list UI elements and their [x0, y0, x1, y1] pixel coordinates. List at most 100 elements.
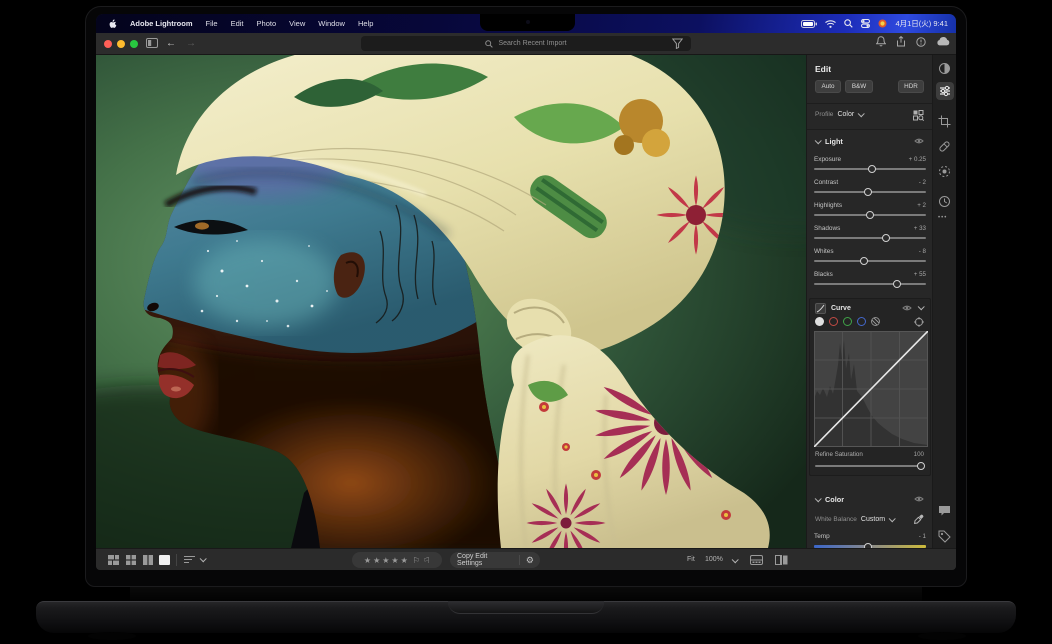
tone-curve-plot[interactable]	[814, 331, 928, 447]
color-visibility-eye-icon[interactable]	[914, 495, 924, 503]
bottom-toolbar: ★★★★★ ⚐ ⚐ Copy Edit Settings ⚙ Fit 100%	[96, 548, 956, 570]
curve-collapse-chevron-icon[interactable]	[918, 303, 925, 310]
menu-view[interactable]: View	[289, 19, 305, 28]
control-center-icon[interactable]	[861, 19, 870, 28]
keywords-tag-icon[interactable]	[938, 530, 951, 543]
white-balance-value[interactable]: Custom	[861, 516, 885, 523]
slider-track[interactable]	[814, 283, 926, 285]
wifi-icon[interactable]	[825, 20, 836, 28]
auto-button[interactable]: Auto	[815, 80, 841, 93]
slider-knob[interactable]	[882, 234, 890, 242]
view-compare-icon[interactable]	[143, 555, 153, 565]
menu-edit[interactable]: Edit	[231, 19, 244, 28]
refine-saturation-track[interactable]	[815, 465, 924, 467]
search-field[interactable]: Search Recent Import	[361, 36, 691, 51]
curve-channel-blue[interactable]	[857, 317, 866, 326]
battery-icon[interactable]	[801, 20, 817, 28]
slider-track[interactable]	[814, 168, 926, 170]
reject-flag-icon[interactable]: ⚐	[423, 556, 430, 565]
view-squaregrid-icon[interactable]	[126, 555, 136, 565]
slider-knob[interactable]	[864, 188, 872, 196]
slider-track[interactable]	[814, 214, 926, 216]
slider-value: + 2	[917, 202, 926, 209]
versions-history-icon[interactable]	[938, 195, 951, 208]
settings-gear-icon[interactable]: ⚙	[520, 555, 540, 566]
app-status-icon[interactable]	[878, 19, 887, 28]
chevron-down-icon[interactable]	[889, 515, 896, 522]
menu-help[interactable]: Help	[358, 19, 373, 28]
desktop-scene: { "menubar": { "app_name": "Adobe Lightr…	[0, 0, 1052, 644]
slider-track[interactable]	[814, 191, 926, 193]
slider-knob[interactable]	[893, 280, 901, 288]
menubar-clock[interactable]: 4月1日(火) 9:41	[895, 18, 948, 29]
contrast-slider: Contrast - 2	[814, 179, 926, 199]
chevron-down-icon[interactable]	[858, 110, 865, 117]
slider-knob[interactable]	[866, 211, 874, 219]
slider-track[interactable]	[814, 237, 926, 239]
profile-value[interactable]: Color	[837, 111, 854, 118]
before-after-icon[interactable]	[775, 555, 788, 565]
curve-panel: Curve	[809, 298, 931, 476]
curve-channel-point[interactable]	[871, 317, 880, 326]
curve-title: Curve	[831, 305, 851, 312]
cloud-icon[interactable]	[936, 37, 950, 46]
star-rating[interactable]: ★★★★★	[364, 556, 410, 565]
tool-rail: •••	[932, 55, 956, 548]
masking-icon[interactable]	[938, 165, 951, 178]
comments-icon[interactable]	[938, 505, 951, 517]
window-zoom-button[interactable]	[130, 40, 138, 48]
zoom-level-value[interactable]: 100%	[705, 556, 723, 563]
zoom-chevron-icon[interactable]	[732, 556, 739, 563]
back-button[interactable]: ←	[166, 38, 176, 49]
healing-brush-icon[interactable]	[938, 140, 951, 153]
slider-value: + 33	[914, 225, 926, 232]
crop-icon[interactable]	[938, 115, 951, 128]
search-placeholder: Search Recent Import	[498, 40, 566, 47]
slider-track[interactable]	[814, 260, 926, 262]
window-minimize-button[interactable]	[117, 40, 125, 48]
curve-target-icon[interactable]	[914, 317, 924, 327]
bw-button[interactable]: B&W	[845, 80, 873, 93]
lightroom-toolbar: ← → Search Recent Import	[96, 33, 956, 55]
view-detail-icon[interactable]	[159, 555, 170, 565]
curve-visibility-eye-icon[interactable]	[902, 304, 912, 312]
apple-menu-icon[interactable]	[108, 19, 117, 29]
menu-file[interactable]: File	[206, 19, 218, 28]
sort-chevron-icon[interactable]	[200, 555, 207, 562]
lens-blur-icon[interactable]	[938, 62, 951, 75]
notifications-bell-icon[interactable]	[876, 36, 886, 47]
window-close-button[interactable]	[104, 40, 112, 48]
sync-status-icon[interactable]	[916, 37, 926, 47]
menu-window[interactable]: Window	[318, 19, 345, 28]
curve-channel-luma[interactable]	[815, 317, 824, 326]
light-visibility-eye-icon[interactable]	[914, 137, 924, 145]
curve-channel-red[interactable]	[829, 317, 838, 326]
filter-icon[interactable]	[672, 38, 683, 49]
sort-icon[interactable]	[184, 555, 195, 564]
more-tools-icon[interactable]: •••	[938, 215, 947, 221]
pick-flag-icon[interactable]: ⚐	[413, 556, 420, 565]
eyedropper-icon[interactable]	[914, 514, 924, 524]
copy-edit-settings-button[interactable]: Copy Edit Settings	[450, 553, 519, 567]
search-icon[interactable]	[844, 19, 853, 28]
share-icon[interactable]	[896, 36, 906, 47]
zoom-fit-label[interactable]: Fit	[687, 556, 695, 563]
view-photogrid-icon[interactable]	[108, 555, 119, 565]
forward-button[interactable]: →	[186, 38, 196, 49]
curve-channel-green[interactable]	[843, 317, 852, 326]
whites-slider: Whites - 8	[814, 248, 926, 268]
menu-photo[interactable]: Photo	[257, 19, 277, 28]
menubar-app-name[interactable]: Adobe Lightroom	[130, 19, 193, 28]
filmstrip-toggle-icon[interactable]	[750, 555, 763, 565]
profile-browser-icon[interactable]	[913, 110, 924, 121]
edit-sliders-icon[interactable]	[936, 82, 954, 100]
refine-saturation-knob[interactable]	[917, 462, 925, 470]
slider-knob[interactable]	[860, 257, 868, 265]
slider-knob[interactable]	[868, 165, 876, 173]
panel-toggle-icon[interactable]	[146, 38, 158, 48]
photo-canvas[interactable]	[96, 55, 806, 548]
light-section-header[interactable]: Light	[815, 137, 843, 146]
color-section-header[interactable]: Color	[815, 495, 844, 504]
hdr-button[interactable]: HDR	[898, 80, 924, 93]
chevron-down-icon	[815, 495, 822, 502]
